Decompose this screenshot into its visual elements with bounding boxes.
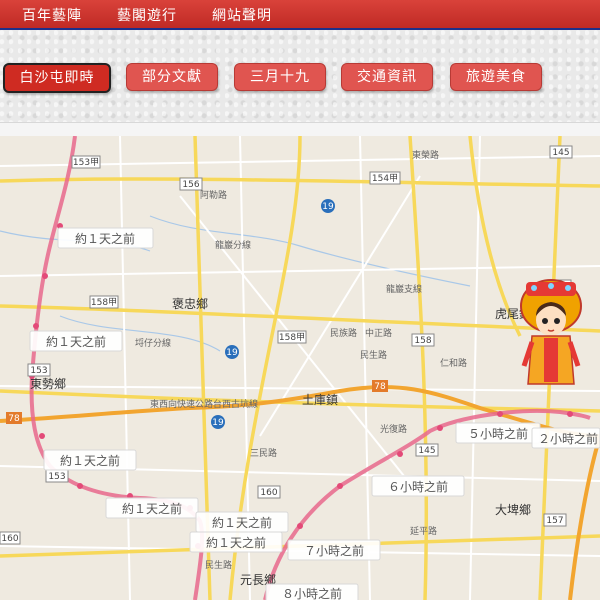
place-dongshi: 東勢鄉 [30, 376, 66, 391]
svg-text:東榮路: 東榮路 [412, 149, 439, 161]
top-navigation: 百年藝陣 藝閣遊行 網站聲明 [0, 0, 600, 30]
svg-text:約１天之前: 約１天之前 [60, 453, 120, 468]
shield-160-west: 160 [0, 531, 21, 545]
time-label-1day-f: 約１天之前 [189, 531, 283, 553]
svg-text:160: 160 [260, 488, 277, 498]
time-label-5h: ５小時之前 [455, 422, 541, 444]
svg-text:153: 153 [30, 366, 47, 376]
svg-text:158甲: 158甲 [91, 297, 117, 308]
svg-text:７小時之前: ７小時之前 [304, 543, 364, 558]
svg-text:約１天之前: 約１天之前 [122, 501, 182, 516]
shield-145-south: 145 [415, 443, 439, 457]
time-label-1day-d: 約１天之前 [105, 497, 199, 519]
tab-march-19[interactable]: 三月十九 [234, 63, 326, 91]
svg-text:154甲: 154甲 [372, 173, 398, 184]
tab-travel-food[interactable]: 旅遊美食 [450, 63, 542, 91]
svg-text:５小時之前: ５小時之前 [468, 426, 528, 441]
shield-145-north: 145 [549, 145, 573, 159]
time-label-1day-a: 約１天之前 [57, 227, 154, 249]
shield-78-west: 78 [6, 412, 22, 424]
place-tuku: 土庫鎮 [302, 392, 338, 407]
map-view[interactable]: 153甲 156 154甲 19 145 158甲 158甲 19 158 15… [0, 136, 600, 600]
svg-text:延平路: 延平路 [410, 525, 437, 537]
svg-text:約１天之前: 約１天之前 [212, 515, 272, 530]
svg-text:158甲: 158甲 [279, 332, 305, 343]
shield-158a-east: 158甲 [277, 330, 307, 344]
svg-text:158: 158 [414, 336, 431, 346]
svg-text:約１天之前: 約１天之前 [206, 535, 266, 550]
svg-text:145: 145 [552, 148, 569, 158]
time-label-2h: ２小時之前 [531, 427, 600, 449]
svg-text:民族路: 民族路 [330, 327, 357, 339]
svg-text:２小時之前: ２小時之前 [538, 431, 598, 446]
svg-text:仁和路: 仁和路 [440, 357, 467, 369]
nav-item-art-troupes[interactable]: 百年藝陣 [22, 5, 82, 25]
svg-text:145: 145 [418, 446, 435, 456]
nav-item-float-parade[interactable]: 藝閣遊行 [117, 5, 177, 25]
shield-160: 160 [257, 485, 281, 499]
shield-157: 157 [543, 513, 567, 527]
svg-text:龍巖分線: 龍巖分線 [215, 239, 251, 251]
svg-text:中正路: 中正路 [365, 327, 392, 339]
shield-153a: 153甲 [71, 155, 101, 169]
shield-156: 156 [179, 177, 203, 191]
tab-live[interactable]: 白沙屯即時 [3, 63, 111, 93]
shield-78-east: 78 [372, 380, 388, 392]
shield-153-south: 153 [45, 469, 69, 483]
svg-text:光復路: 光復路 [380, 423, 407, 435]
svg-text:民生路: 民生路 [205, 559, 232, 571]
svg-text:78: 78 [8, 414, 20, 424]
svg-text:８小時之前: ８小時之前 [282, 586, 342, 600]
shield-19-north: 19 [321, 199, 335, 213]
tab-banner: 白沙屯即時 部分文獻 三月十九 交通資訊 旅遊美食 [0, 30, 600, 122]
time-label-7h: ７小時之前 [287, 539, 381, 561]
svg-text:19: 19 [212, 418, 224, 428]
svg-text:東西向快速公路台西古坑線: 東西向快速公路台西古坑線 [150, 398, 258, 410]
tab-documents[interactable]: 部分文獻 [126, 63, 218, 91]
svg-text:埒仔分線: 埒仔分線 [135, 337, 171, 349]
place-dapi: 大埤鄉 [495, 503, 531, 517]
shield-154a: 154甲 [369, 171, 401, 185]
svg-text:19: 19 [322, 202, 334, 212]
place-baozhong: 褒忠鄉 [172, 297, 208, 311]
svg-text:157: 157 [546, 516, 563, 526]
svg-text:153: 153 [48, 472, 65, 482]
shield-158: 158 [411, 333, 435, 347]
svg-text:三民路: 三民路 [250, 447, 277, 459]
svg-text:156: 156 [182, 180, 199, 190]
shield-158a-west: 158甲 [89, 295, 119, 309]
svg-text:約１天之前: 約１天之前 [46, 334, 106, 349]
map-background [0, 136, 600, 600]
shield-19-south: 19 [211, 415, 225, 429]
svg-text:龍巖支線: 龍巖支線 [386, 283, 422, 295]
shield-153: 153 [27, 363, 51, 377]
time-label-1day-e: 約１天之前 [195, 511, 289, 533]
time-label-8h: ８小時之前 [265, 583, 359, 600]
tab-traffic-info[interactable]: 交通資訊 [341, 63, 433, 91]
svg-text:153甲: 153甲 [73, 157, 99, 168]
svg-text:阿勒路: 阿勒路 [200, 189, 227, 201]
shield-19-mid: 19 [225, 345, 239, 359]
svg-text:160: 160 [1, 534, 18, 544]
time-label-1day-b: 約１天之前 [29, 330, 123, 352]
svg-text:６小時之前: ６小時之前 [388, 479, 448, 494]
nav-item-site-statement[interactable]: 網站聲明 [212, 5, 272, 25]
svg-text:78: 78 [374, 382, 386, 392]
time-label-1day-c: 約１天之前 [43, 449, 137, 471]
svg-text:民生路: 民生路 [360, 349, 387, 361]
svg-text:約１天之前: 約１天之前 [75, 231, 135, 246]
svg-text:19: 19 [226, 348, 238, 358]
time-label-6h: ６小時之前 [371, 475, 465, 497]
